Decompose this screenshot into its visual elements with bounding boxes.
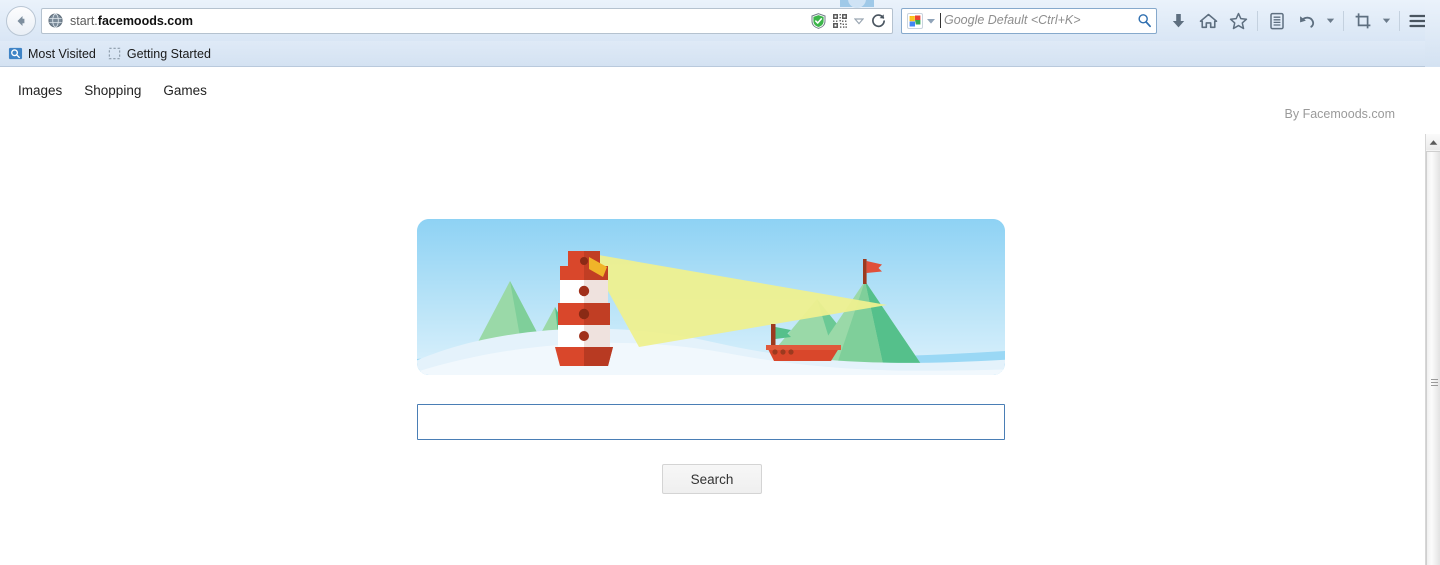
- getting-started-icon: [108, 47, 121, 60]
- globe-icon: [48, 13, 63, 28]
- bookmark-getting-started[interactable]: Getting Started: [103, 44, 218, 63]
- star-icon: [1229, 12, 1247, 29]
- shield-icon[interactable]: [811, 12, 826, 29]
- page-scrollbar[interactable]: [1425, 134, 1440, 565]
- bookmark-label: Getting Started: [126, 46, 211, 61]
- browser-chrome: start.facemoods.com Google Default <Ctrl…: [0, 0, 1440, 67]
- page-viewport: Images Shopping Games By Facemoods.com S…: [0, 67, 1440, 565]
- url-text: start.facemoods.com: [70, 9, 811, 33]
- screenshot-dropdown-button[interactable]: [1378, 6, 1395, 36]
- search-input[interactable]: Google Default <Ctrl+K>: [940, 13, 1137, 28]
- lighthouse-doodle[interactable]: [417, 219, 1005, 375]
- toolbar-divider: [1343, 10, 1344, 31]
- url-bar-icons: [811, 12, 890, 29]
- search-engine-chevron-down-icon[interactable]: [926, 17, 936, 25]
- search-input[interactable]: [417, 404, 1005, 440]
- bookmark-most-visited[interactable]: Most Visited: [4, 44, 103, 63]
- clipboard-icon: [1270, 12, 1284, 29]
- google-g-icon: [907, 12, 923, 29]
- reader-button[interactable]: [1262, 6, 1292, 36]
- back-arrow-icon: [17, 15, 25, 26]
- nav-link-shopping[interactable]: Shopping: [84, 83, 141, 98]
- toolbar-divider: [1257, 10, 1258, 31]
- back-button[interactable]: [6, 5, 36, 36]
- bookmark-button[interactable]: [1223, 6, 1253, 36]
- navigation-toolbar: start.facemoods.com Google Default <Ctrl…: [0, 0, 1440, 41]
- bookmarks-toolbar: Most Visited Getting Started: [0, 41, 1440, 67]
- scroll-thumb[interactable]: [1426, 151, 1440, 565]
- screenshot-button[interactable]: [1348, 6, 1378, 36]
- magnifier-icon[interactable]: [1137, 13, 1152, 28]
- page-nav: Images Shopping Games: [18, 83, 207, 98]
- reload-icon[interactable]: [871, 13, 886, 28]
- chevron-up-icon: [1429, 139, 1438, 145]
- undo-button[interactable]: [1292, 6, 1322, 36]
- nav-link-images[interactable]: Images: [18, 83, 62, 98]
- home-button[interactable]: [1193, 6, 1223, 36]
- url-prefix: start.: [70, 13, 98, 28]
- toolbar-buttons: [1163, 6, 1434, 36]
- url-domain: facemoods.com: [97, 13, 193, 28]
- undo-dropdown-button[interactable]: [1322, 6, 1339, 36]
- doodle-illustration: [417, 219, 1005, 375]
- url-bar[interactable]: start.facemoods.com: [41, 7, 893, 34]
- chevron-down-icon: [1382, 18, 1391, 23]
- chrome-right-edge: [1425, 0, 1440, 67]
- download-arrow-icon: [1172, 13, 1184, 27]
- most-visited-icon: [8, 47, 23, 60]
- scroll-thumb-grip: [1431, 378, 1438, 387]
- nav-link-games[interactable]: Games: [163, 83, 207, 98]
- undo-arrow-icon: [1299, 15, 1314, 28]
- chevron-down-icon: [1326, 18, 1335, 23]
- search-button[interactable]: Search: [662, 464, 762, 494]
- browser-search-bar[interactable]: Google Default <Ctrl+K>: [901, 7, 1157, 34]
- downloads-button[interactable]: [1163, 6, 1193, 36]
- toolbar-divider: [1399, 10, 1400, 31]
- brand-credit: By Facemoods.com: [1284, 107, 1395, 121]
- crop-icon: [1355, 12, 1371, 28]
- page-content: Images Shopping Games By Facemoods.com S…: [0, 67, 1425, 565]
- tab-strip-remnant[interactable]: [840, 0, 874, 8]
- home-icon: [1199, 13, 1217, 28]
- bookmark-label: Most Visited: [28, 46, 96, 61]
- dropdown-arrow-icon[interactable]: [854, 17, 864, 25]
- qr-code-icon[interactable]: [833, 13, 847, 28]
- scroll-up-arrow-button[interactable]: [1426, 134, 1440, 150]
- search-engine-selector[interactable]: [907, 12, 923, 29]
